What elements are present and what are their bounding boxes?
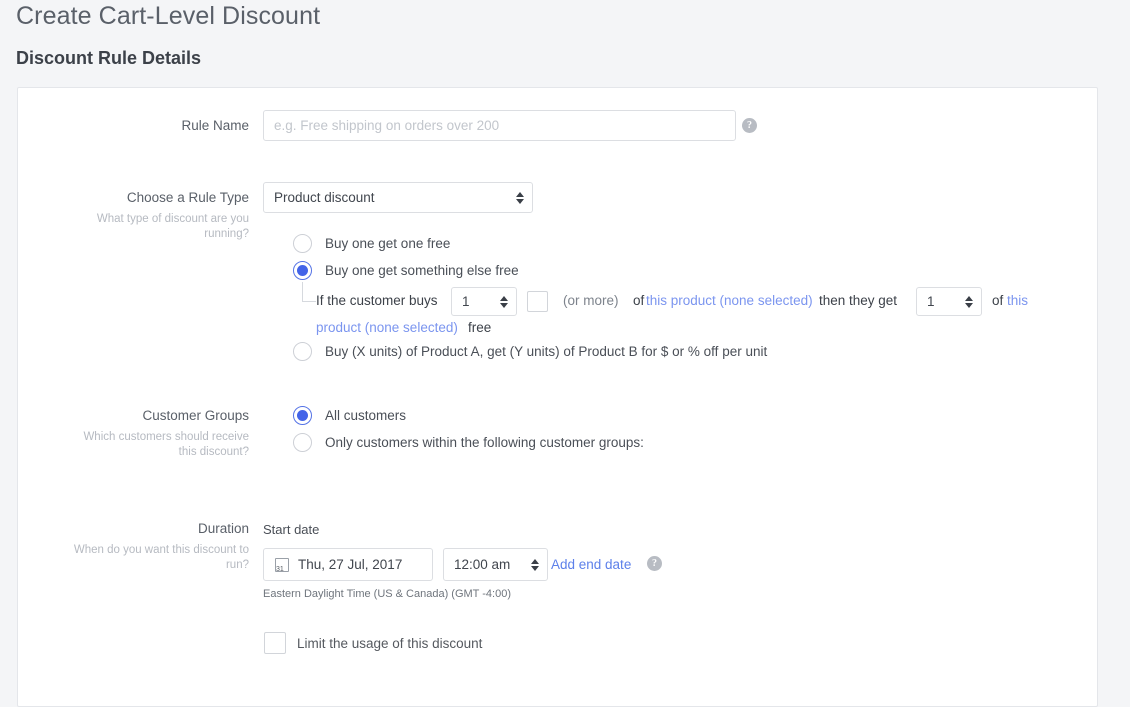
radio-label: Buy (X units) of Product A, get (Y units… — [325, 344, 767, 359]
rule-name-help-icon[interactable]: ? — [742, 118, 757, 133]
then-they-get-label: then they get — [819, 293, 897, 308]
add-end-date-link[interactable]: Add end date — [551, 557, 631, 572]
rule-type-radio-x-units[interactable]: Buy (X units) of Product A, get (Y units… — [293, 342, 767, 361]
radio-indicator — [293, 261, 312, 280]
chevron-updown-icon — [965, 296, 973, 308]
radio-indicator — [293, 342, 312, 361]
rule-type-label: Choose a Rule Type — [18, 190, 249, 205]
discount-rule-details-card: Rule Name ? Choose a Rule Type What type… — [17, 87, 1098, 707]
product-b-link-part1[interactable]: this — [1007, 293, 1028, 308]
calendar-day-number: 31 — [276, 566, 284, 572]
radio-indicator — [293, 433, 312, 452]
free-label: free — [468, 320, 491, 335]
quantity-buy-value: 1 — [462, 294, 470, 309]
detail-prefix-label: If the customer buys — [316, 293, 438, 308]
rule-type-select-value: Product discount — [274, 190, 375, 205]
section-title: Discount Rule Details — [16, 48, 201, 69]
rule-type-sub-label: What type of discount are you running? — [78, 212, 249, 242]
or-more-label: (or more) — [563, 293, 619, 308]
chevron-updown-icon — [531, 559, 539, 571]
start-date-value: Thu, 27 Jul, 2017 — [298, 557, 402, 572]
radio-label: Buy one get something else free — [325, 263, 519, 278]
chevron-updown-icon — [500, 296, 508, 308]
limit-usage-label: Limit the usage of this discount — [297, 636, 482, 651]
customer-groups-radio-all[interactable]: All customers — [293, 406, 406, 425]
radio-label: Buy one get one free — [325, 236, 450, 251]
or-more-checkbox[interactable] — [527, 291, 548, 312]
chevron-updown-icon — [516, 192, 524, 204]
timezone-note: Eastern Daylight Time (US & Canada) (GMT… — [263, 588, 511, 600]
customer-groups-label: Customer Groups — [18, 408, 249, 423]
quantity-buy-stepper[interactable]: 1 — [451, 287, 517, 316]
calendar-icon: 31 — [275, 558, 289, 572]
radio-indicator — [293, 406, 312, 425]
tree-connector-line — [302, 282, 316, 302]
radio-label: All customers — [325, 408, 406, 423]
of-label-1: of — [633, 293, 644, 308]
start-time-select[interactable]: 12:00 am — [443, 548, 548, 581]
radio-indicator — [293, 234, 312, 253]
duration-help-icon[interactable]: ? — [647, 556, 662, 571]
start-date-caption: Start date — [263, 522, 319, 537]
quantity-get-value: 1 — [927, 294, 935, 309]
start-date-input[interactable]: 31 Thu, 27 Jul, 2017 — [263, 548, 433, 581]
duration-label: Duration — [18, 521, 249, 536]
of-label-2: of — [992, 293, 1003, 308]
rule-name-label: Rule Name — [18, 118, 249, 133]
rule-name-input[interactable] — [263, 110, 736, 141]
page-title: Create Cart-Level Discount — [16, 2, 320, 31]
start-time-value: 12:00 am — [454, 557, 510, 572]
rule-type-radio-bogo-something-else[interactable]: Buy one get something else free — [293, 261, 519, 280]
limit-usage-checkbox[interactable] — [264, 632, 286, 654]
rule-type-select[interactable]: Product discount — [263, 182, 533, 213]
customer-groups-radio-specific[interactable]: Only customers within the following cust… — [293, 433, 644, 452]
customer-groups-sub-label: Which customers should receive this disc… — [73, 430, 249, 460]
duration-sub-label: When do you want this discount to run? — [73, 543, 249, 573]
rule-type-radio-bogo-free[interactable]: Buy one get one free — [293, 234, 450, 253]
product-a-link[interactable]: this product (none selected) — [646, 293, 813, 308]
quantity-get-stepper[interactable]: 1 — [916, 287, 982, 316]
product-b-link-part2[interactable]: product (none selected) — [316, 320, 458, 335]
radio-label: Only customers within the following cust… — [325, 435, 644, 450]
